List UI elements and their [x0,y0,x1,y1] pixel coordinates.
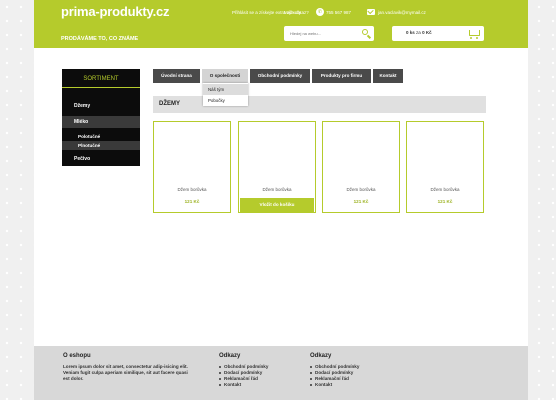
footer-link[interactable]: Dodací podmínky [310,370,353,375]
tab-kontakt[interactable]: Kontakt [373,69,403,83]
search-input[interactable] [290,28,354,39]
footer-about-text: Lorem ipsum dolor sit amet, consectetur … [63,364,188,381]
contact-label: Máte dotaz? [284,10,309,15]
section-title: DŽEMY [159,101,180,107]
footer-links-title: Odkazy [219,353,241,359]
sidebar-item-plnotucne[interactable]: Plnotučné [62,141,140,150]
add-to-cart-button[interactable]: Vložit do košíku [240,198,314,212]
sidebar-title: SORTIMENT [83,76,119,82]
cart-count: 0 ks [406,30,415,35]
tab-obchodni-podminky[interactable]: Obchodní podmínky [250,69,310,83]
product-price: 121 Kč [437,199,453,204]
tab-produkty-pro-firmu[interactable]: Produkty pro firmu [312,69,371,83]
search-icon[interactable] [358,26,374,41]
sidebar-item-polotucne[interactable]: Polotučné [62,132,140,141]
tab-o-spolecnosti[interactable]: O společnosti [202,69,248,83]
footer-link[interactable]: Obchodní podmínky [219,364,268,369]
cart-separator: za [416,30,421,35]
tagline: PRODÁVÁME TO, CO ZNÁME [61,36,139,42]
sidebar-item-pecivo[interactable]: Pečivo [62,153,140,165]
phone-number[interactable]: 755 567 987 [326,10,351,15]
sidebar-item-mleko[interactable]: Mléko [62,116,140,128]
mail-icon [367,9,375,15]
product-name[interactable]: Džem borůvka [153,187,231,192]
site-logo[interactable]: prima-produkty.cz [61,4,170,19]
footer-link[interactable]: Dodací podmínky [219,370,262,375]
cart-icon[interactable] [466,27,482,40]
dropdown-item-nas-tym[interactable]: Náš tým [203,84,248,95]
dropdown-item-pobocky[interactable]: Pobočky [203,95,248,106]
product-name[interactable]: Džem borůvka [322,187,400,192]
footer-link[interactable]: Kontakt [310,382,332,387]
sidebar-item-dzemy[interactable]: Džemy [62,100,140,112]
footer-link[interactable]: Reklamační řád [219,376,258,381]
product-price: 121 Kč [353,199,369,204]
footer-about-title: O eshopu [63,353,91,359]
footer-link[interactable]: Obchodní podmínky [310,364,359,369]
cart-total: 0 Kč [422,30,432,35]
footer-link[interactable]: Reklamační řád [310,376,349,381]
footer-links-title: Odkazy [310,353,332,359]
product-name[interactable]: Džem borůvka [406,187,484,192]
product-price: 121 Kč [184,199,200,204]
tab-uvodni-strana[interactable]: Úvodní strana [153,69,200,83]
email-link[interactable]: jan.vaclavik@mymail.cz [378,10,426,15]
cart-summary-text: 0 ks za 0 Kč [406,30,432,35]
sidebar-divider [62,87,140,88]
product-name[interactable]: Džem borůvka [238,187,316,192]
footer-link[interactable]: Kontakt [219,382,241,387]
phone-icon: ✆ [316,8,324,16]
